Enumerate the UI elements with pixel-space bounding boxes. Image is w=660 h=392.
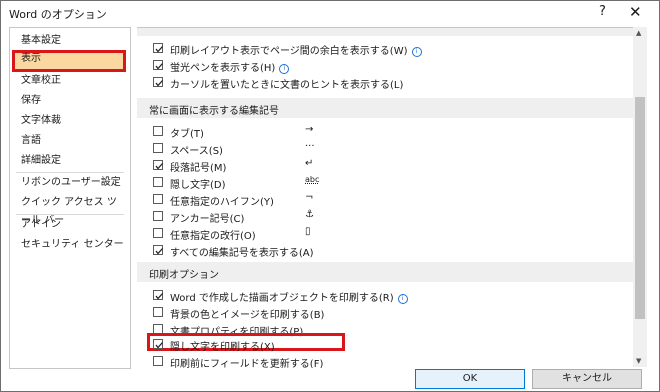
- options-content: 印刷レイアウト表示でページ間の余白を表示する(W) i 蛍光ペンを表示する(H) i…: [137, 27, 647, 368]
- checkbox[interactable]: [153, 126, 163, 136]
- ok-button[interactable]: OK: [415, 369, 525, 389]
- options-sidebar: 基本設定 表示 文章校正 保存 文字体裁 言語 詳細設定 リボンのユーザー設定 …: [9, 27, 131, 369]
- sidebar-item-trust-center[interactable]: セキュリティ センター: [12, 236, 126, 254]
- checkbox[interactable]: [153, 194, 163, 204]
- option-label: すべての編集記号を表示する(A): [170, 248, 314, 259]
- option-label: 隠し文字を印刷する(X): [170, 342, 275, 353]
- cancel-button[interactable]: キャンセル: [532, 369, 642, 389]
- checkbox[interactable]: [153, 307, 163, 317]
- scroll-down-icon[interactable]: ▼: [636, 357, 641, 365]
- sidebar-item-general[interactable]: 基本設定: [12, 32, 126, 50]
- vertical-scrollbar[interactable]: ▲ ▼: [633, 27, 647, 367]
- anchor-icon: ⚓: [305, 209, 314, 220]
- dialog-title: Word のオプション: [9, 8, 107, 21]
- checkbox[interactable]: [153, 211, 163, 221]
- close-icon[interactable]: ✕: [629, 3, 642, 21]
- checkbox[interactable]: [153, 228, 163, 238]
- info-icon: i: [397, 294, 408, 304]
- checkbox[interactable]: [153, 77, 163, 87]
- info-icon: i: [279, 64, 290, 74]
- checkbox[interactable]: [153, 60, 163, 70]
- option-label: 蛍光ペンを表示する(H): [170, 63, 276, 74]
- section-title: 印刷オプション: [149, 270, 219, 281]
- option-label: 背景の色とイメージを印刷する(B): [170, 310, 325, 321]
- checkbox[interactable]: [153, 160, 163, 170]
- checkbox[interactable]: [153, 290, 163, 300]
- option-label: 段落記号(M): [170, 163, 227, 174]
- option-label: 印刷前にフィールドを更新する(F): [170, 359, 324, 368]
- info-icon: i: [411, 47, 422, 57]
- sidebar-item-display[interactable]: 表示: [12, 50, 126, 72]
- sidebar-divider: [16, 214, 124, 215]
- section-title: 常に画面に表示する編集記号: [149, 106, 279, 117]
- checkbox[interactable]: [153, 245, 163, 255]
- checkbox[interactable]: [153, 143, 163, 153]
- section-header-print-options: 印刷オプション: [137, 262, 633, 282]
- scroll-up-icon[interactable]: ▲: [636, 29, 641, 37]
- option-label: カーソルを置いたときに文書のヒントを表示する(L): [170, 80, 404, 91]
- sidebar-item-advanced[interactable]: 詳細設定: [12, 152, 126, 170]
- checkbox[interactable]: [153, 356, 163, 366]
- tab-arrow-icon: →: [305, 124, 314, 135]
- option-label: 任意指定の改行(O): [170, 231, 256, 242]
- option-label: 隠し文字(D): [170, 180, 226, 191]
- optional-hyphen-icon: ¬: [305, 192, 314, 203]
- checkbox[interactable]: [153, 339, 163, 349]
- option-label: Word で作成した描画オブジェクトを印刷する(R): [170, 293, 394, 304]
- sidebar-item-addins[interactable]: アドイン: [12, 216, 126, 234]
- optional-break-icon: ▯: [305, 226, 311, 237]
- checkbox[interactable]: [153, 177, 163, 187]
- checkbox[interactable]: [153, 43, 163, 53]
- section-header-page-display: [137, 28, 633, 36]
- sidebar-item-save[interactable]: 保存: [12, 92, 126, 110]
- paragraph-mark-icon: ↵: [305, 158, 314, 169]
- option-label: スペース(S): [170, 146, 223, 157]
- word-options-dialog: Word のオプション ? ✕ 基本設定 表示 文章校正 保存 文字体裁 言語 …: [0, 0, 660, 392]
- option-label: アンカー記号(C): [170, 214, 245, 225]
- sidebar-item-customize-ribbon[interactable]: リボンのユーザー設定: [12, 174, 126, 192]
- option-label: 任意指定のハイフン(Y): [170, 197, 274, 208]
- title-bar: Word のオプション ? ✕: [1, 1, 659, 25]
- sidebar-item-proofing[interactable]: 文章校正: [12, 72, 126, 90]
- section-header-formatting-marks: 常に画面に表示する編集記号: [137, 98, 633, 118]
- help-button[interactable]: ?: [599, 4, 606, 19]
- hidden-text-icon: abc: [305, 175, 320, 184]
- sidebar-item-language[interactable]: 言語: [12, 132, 126, 150]
- option-label: タブ(T): [170, 129, 204, 140]
- sidebar-item-quick-access-toolbar[interactable]: クイック アクセス ツール バー: [12, 194, 126, 226]
- sidebar-item-typography[interactable]: 文字体裁: [12, 112, 126, 130]
- space-dots-icon: ···: [305, 141, 315, 152]
- scrollbar-thumb[interactable]: [635, 97, 645, 319]
- sidebar-divider: [16, 172, 124, 173]
- option-label: 印刷レイアウト表示でページ間の余白を表示する(W): [170, 46, 408, 57]
